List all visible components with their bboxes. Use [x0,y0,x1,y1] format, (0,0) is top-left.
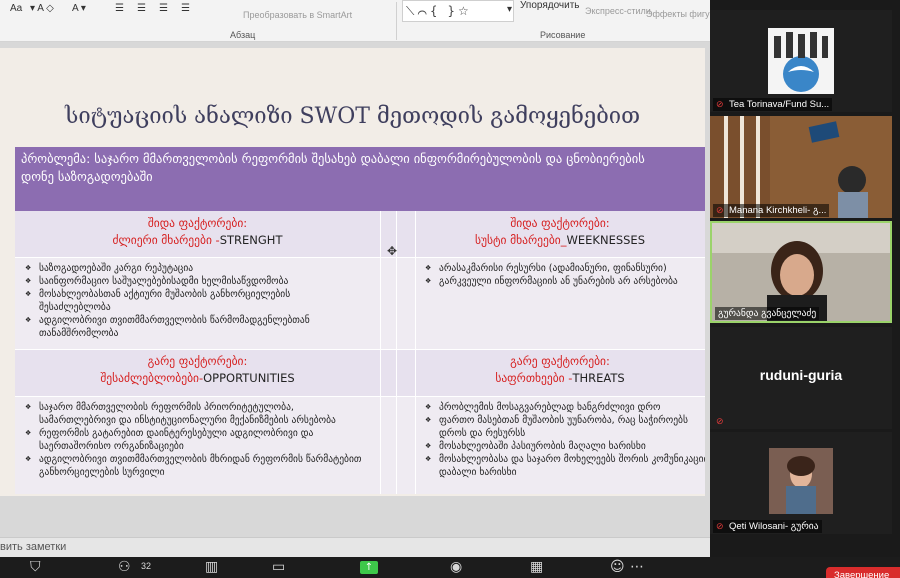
align-right-icon[interactable]: ☰ [159,3,168,14]
clear-format-icon[interactable]: ▾ A ◇ [30,3,54,14]
participant-status: ⊘ [713,415,732,428]
change-case-button[interactable]: Aa [10,3,22,14]
list-item: პრობლემის მოსაგვარებლად ხანგრძლივი დრო [423,401,699,414]
list-item: ადგილობრივი თვითმმართველობის მხრიდან რეფ… [23,453,374,466]
weaknesses-factor-label: შიდა ფაქტორები: [510,216,610,230]
participants-count: 32 [141,561,152,571]
weaknesses-header-cell[interactable]: შიდა ფაქტორები: სუსტი მხარეები_WEEKNESSE… [415,211,705,257]
list-item: განხორციელების სურვილი [39,467,165,478]
list-item: არასაკმარისი რესურსი (ადამიანური, ფინანს… [423,262,699,275]
strengths-factor-label: შიდა ფაქტორები: [147,216,248,230]
problem-line-2: დონე საზოგადოებაში [21,169,153,184]
threats-title: საფრთხეები -THREATS [495,371,625,385]
opportunities-body-cell[interactable]: საჯარო მმართველობის რეფორმის პრიორიტეტულ… [15,396,380,494]
move-cursor-icon: ✥ [387,244,398,258]
list-item: დაბალი ხარისხი [439,467,517,478]
participant-name: ⊘ Qeti Wilosani- გურია [713,520,822,533]
security-shield-icon[interactable]: ⛉ [30,559,41,575]
participant-name: ⊘ Tea Torinava/Fund Su... [713,98,833,111]
mic-muted-icon: ⊘ [716,205,724,215]
chat-icon[interactable]: ▭ [272,559,285,575]
reactions-icon[interactable]: ▦ [530,559,543,575]
strengths-body-cell[interactable]: საზოგადოებაში კარგი რეპუტაცია საინფორმაც… [15,257,380,349]
list-item: სამართლებრივი და ინსტიტუციონალური მექანი… [39,415,336,426]
list-item: თანამშრომლობა [39,328,119,339]
table-gap-cell [380,396,415,494]
table-divider [380,211,381,494]
participant-video [710,116,892,218]
end-meeting-button[interactable]: Завершение [826,567,900,578]
share-screen-icon[interactable]: ↑ [360,561,378,574]
participant-display-name: ruduni-guria [759,367,843,383]
apps-icon[interactable]: ☺ [610,559,625,575]
problem-line-1: პრობლემა: საჯარო მმართველობის რეფორმის შ… [21,151,645,166]
participant-tile[interactable]: ⊘ Qeti Wilosani- გურია [710,432,892,534]
table-divider [15,257,705,258]
mic-muted-icon: ⊘ [716,416,724,426]
font-color-icon[interactable]: A ▾ [72,3,86,14]
paragraph-group-label: Абзац [230,30,256,40]
strengths-header-cell[interactable]: შიდა ფაქტორები: ძლიერი მხარეები -STRENGH… [15,211,380,257]
list-item: მოსახლეობასთან აქტიური მუშაობის განხორცი… [23,288,374,301]
table-gap-cell [380,257,415,349]
arrange-button[interactable]: Упорядочить [520,0,580,11]
weaknesses-body-cell[interactable]: არასაკმარისი რესურსი (ადამიანური, ფინანს… [415,257,705,349]
list-item: საერთაშორისო ორგანიზაციები [39,441,184,452]
list-item: მოსახლეობასა და საჯარო მოხელეებს შორის კ… [423,453,705,466]
opportunities-header-cell[interactable]: გარე ფაქტორები: შესაძლებლობები-OPPORTUNI… [15,349,380,396]
participants-icon[interactable]: ⚇ [118,559,131,575]
list-item: საზოგადოებაში კარგი რეპუტაცია [23,262,374,275]
table-divider [415,211,416,494]
list-item: დროს და რესურსს [439,428,526,439]
list-item: საინფორმაციო საშუალებებისადმი ხელმისაწვდ… [23,275,374,288]
threats-factor-label: გარე ფაქტორები: [510,354,610,368]
zoom-toolbar: ⛉ ⚇ 32 ▥ ▭ ↑ ◉ ▦ ☺ ⋯ [0,557,900,578]
notes-pane[interactable]: вить заметки [0,537,710,557]
list-item: ფართო მასებთან მუშაობის უუნარობა, რაც სა… [423,414,699,427]
participant-name: გურანდა გვანცელაძე [715,307,820,320]
participant-tile[interactable]: ⊘ Manana Kirchkheli- გ... [710,116,892,218]
mic-muted-icon: ⊘ [716,521,724,531]
slide-title[interactable]: სიტუაციის ანალიზი SWOT მეთოდის გამოყენებ… [0,104,705,129]
strengths-title: ძლიერი მხარეები -STRENGHT [112,233,283,247]
participant-logo [710,10,892,112]
align-center-icon[interactable]: ☰ [137,3,146,14]
polls-icon[interactable]: ▥ [205,559,218,575]
record-icon[interactable]: ◉ [450,559,462,575]
threats-body-cell[interactable]: პრობლემის მოსაგვარებლად ხანგრძლივი დრო ფ… [415,396,705,494]
participant-tile-active[interactable]: გურანდა გვანცელაძე [710,221,892,323]
strengths-weaknesses-gap [380,211,415,257]
weaknesses-title: სუსტი მხარეები_WEEKNESSES [475,233,645,247]
shapes-more-icon[interactable]: ▾ [507,4,512,15]
quick-styles-button[interactable]: Экспресс-стили [585,6,651,16]
convert-smartart-button[interactable]: Преобразовать в SmartArt [243,10,352,20]
participant-tile[interactable]: ⊘ Tea Torinava/Fund Su... [710,10,892,112]
list-item: ადგილობრივი თვითმმართველობის წარმომადგენ… [23,314,374,327]
more-icon[interactable]: ⋯ [630,559,644,575]
list-item: რეფორმის გატარებით დაინტერესებული ადგილო… [23,427,374,440]
list-item: შესაძლებლობა [39,302,111,313]
table-gap-cell [380,349,415,396]
list-item: გარკვეული ინფორმაციის ან უნარების არ არს… [423,275,699,288]
opportunities-factor-label: გარე ფაქტორები: [147,354,248,368]
list-item: საჯარო მმართველობის რეფორმის პრიორიტეტულ… [23,401,374,414]
mic-muted-icon: ⊘ [716,99,724,109]
notes-placeholder: вить заметки [0,541,67,553]
threats-header-cell[interactable]: გარე ფაქტორები: საფრთხეები -THREATS [415,349,705,396]
problem-statement-row[interactable]: პრობლემა: საჯარო მმართველობის რეფორმის შ… [15,147,705,211]
align-left-icon[interactable]: ☰ [115,3,124,14]
table-divider [15,396,705,397]
opportunities-title: შესაძლებლობები-OPPORTUNITIES [100,371,295,385]
drawing-group-label: Рисование [540,30,586,40]
participant-tile[interactable]: ruduni-guria ⊘ [710,327,892,429]
list-item: მოსახლეობაში პასიურობის მაღალი ხარისხი [423,440,699,453]
participant-name: ⊘ Manana Kirchkheli- გ... [713,204,830,217]
justify-icon[interactable]: ☰ [181,3,190,14]
participant-photo [710,432,892,534]
table-divider [15,349,705,350]
shape-effects-button[interactable]: Эффекты фигур [646,9,715,19]
ribbon-separator [396,2,397,40]
shapes-gallery[interactable]: ⟍⌒{ }☆ [402,0,514,22]
